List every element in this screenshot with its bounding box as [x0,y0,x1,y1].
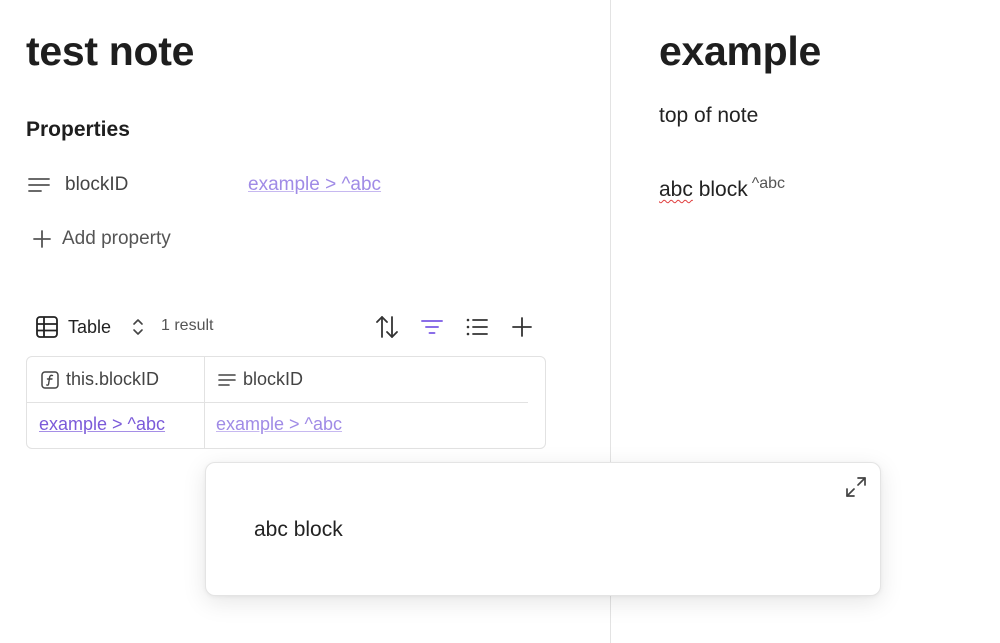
note-title[interactable]: example [659,28,821,75]
column-header-blockid[interactable]: blockID [243,369,303,390]
formula-icon [41,371,59,389]
column-header-this-blockid[interactable]: this.blockID [66,369,159,390]
chevron-up-down-icon [133,319,143,335]
block-id-label: ^abc [751,175,786,192]
preview-text: abc block [254,518,343,541]
view-label: Table [68,317,112,337]
property-value-link[interactable]: example > ^abc [248,174,381,196]
paragraph-text: block [692,178,748,201]
properties-heading[interactable]: Properties [26,118,130,142]
result-count: 1 result [161,317,214,334]
sort-icon[interactable] [374,314,400,340]
paragraph[interactable]: top of note [659,104,758,128]
table-icon [36,316,58,338]
row-divider [27,402,528,403]
expand-icon[interactable] [844,475,868,499]
property-row-blockid: blockID example > ^abc [26,170,586,202]
table-cell-link[interactable]: example > ^abc [216,414,342,435]
misspelled-word[interactable]: abc [659,178,693,201]
plus-icon [33,230,51,248]
base-toolbar: Table 1 result [26,310,546,344]
add-icon[interactable] [509,314,535,340]
add-property-label: Add property [62,228,171,249]
text-lines-icon [218,374,236,386]
note-title[interactable]: test note [26,28,194,75]
list-properties-icon[interactable] [464,314,490,340]
filter-icon[interactable] [419,314,445,340]
hover-preview-popover[interactable]: abc block [205,462,881,596]
block-paragraph[interactable]: abc block ^abc [659,175,785,202]
table-cell-link[interactable]: example > ^abc [39,414,165,435]
property-key[interactable]: blockID [65,174,128,196]
text-lines-icon[interactable] [28,176,50,194]
base-table: this.blockID blockID example > ^abc exam… [26,356,546,449]
